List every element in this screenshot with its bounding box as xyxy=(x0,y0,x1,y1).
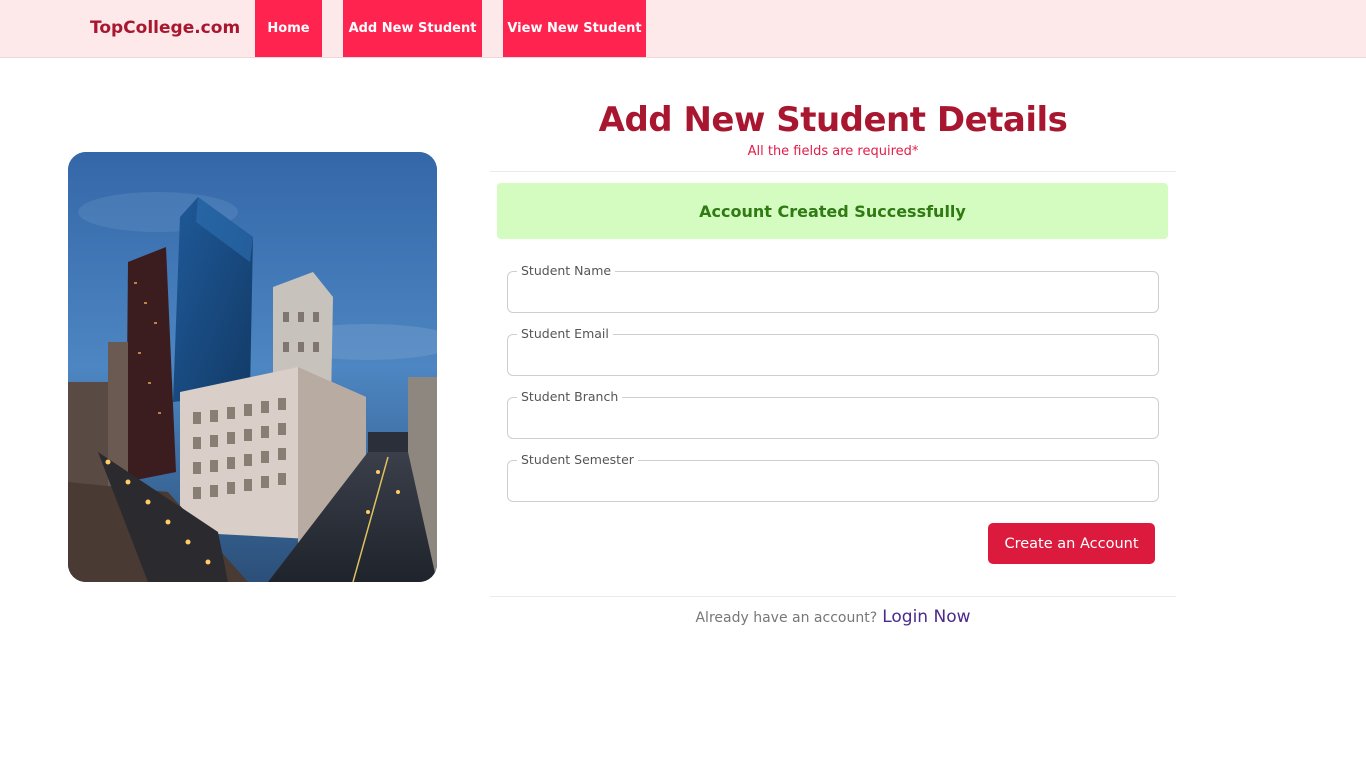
student-email-field[interactable]: Student Email xyxy=(507,326,1159,376)
nav-home-button[interactable]: Home xyxy=(255,0,322,57)
student-branch-input[interactable] xyxy=(508,398,1158,438)
student-name-input[interactable] xyxy=(508,272,1158,312)
student-branch-field[interactable]: Student Branch xyxy=(507,389,1159,439)
login-prompt-text: Already have an account? xyxy=(695,610,878,626)
navbar: TopCollege.com Home Add New Student View… xyxy=(0,0,1366,58)
login-prompt: Already have an account? Login Now xyxy=(490,607,1176,627)
divider xyxy=(490,596,1176,597)
student-semester-field[interactable]: Student Semester xyxy=(507,452,1159,502)
divider xyxy=(490,171,1176,172)
success-alert: Account Created Successfully xyxy=(497,183,1168,239)
student-email-input[interactable] xyxy=(508,335,1158,375)
student-semester-input[interactable] xyxy=(508,461,1158,501)
city-buildings-photo xyxy=(68,152,437,582)
brand-link[interactable]: TopCollege.com xyxy=(90,18,240,38)
nav-add-student-button[interactable]: Add New Student xyxy=(343,0,482,57)
student-name-field[interactable]: Student Name xyxy=(507,263,1159,313)
login-now-link[interactable]: Login Now xyxy=(882,607,970,627)
page-title: Add New Student Details xyxy=(598,100,1068,140)
city-illustration xyxy=(68,152,437,582)
create-account-button[interactable]: Create an Account xyxy=(988,523,1155,564)
required-notice: All the fields are required* xyxy=(747,144,919,159)
nav-view-student-button[interactable]: View New Student xyxy=(503,0,646,57)
